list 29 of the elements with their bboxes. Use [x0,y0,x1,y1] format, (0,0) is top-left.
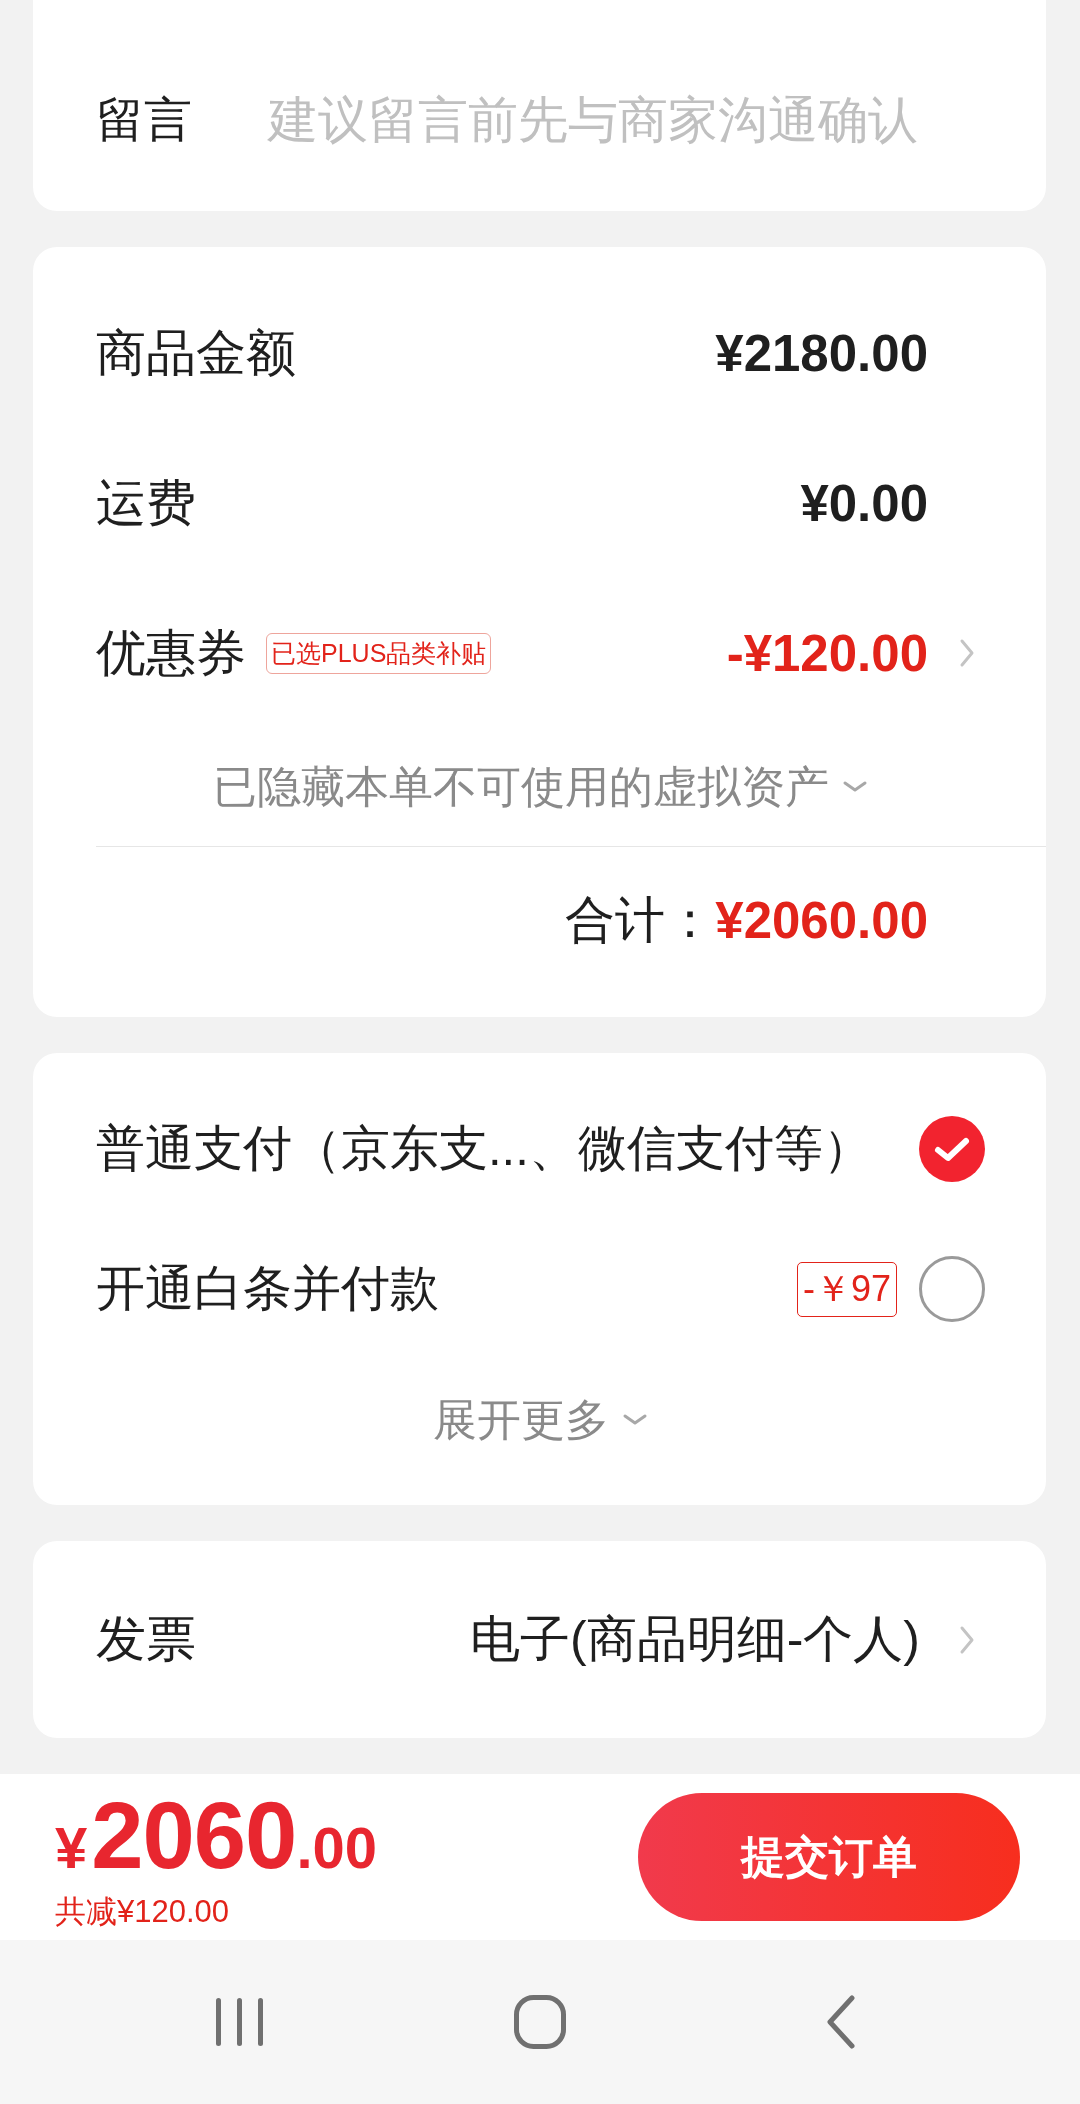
chevron-right-icon [959,1624,975,1655]
recent-apps-icon[interactable] [214,1997,264,2047]
back-icon[interactable] [826,1995,856,2049]
note-label: 留言 [96,91,192,148]
payment-option-label[interactable]: 开通白条并付款 [96,1256,439,1322]
chevron-down-icon [622,1414,647,1426]
discount-badge: -￥97 [796,1261,897,1317]
chevron-right-icon [959,638,975,668]
coupon-amount: -¥120.00 [726,623,928,683]
home-icon[interactable] [514,1995,566,2049]
hidden-assets-toggle[interactable]: 已隐藏本单不可使用的虚拟资产 [212,757,867,817]
radio-button[interactable] [919,1256,985,1322]
total-price: ¥2060.00 [55,1789,378,1883]
summary-label: 优惠券 [96,623,246,683]
invoice-value[interactable]: 电子(商品明细-个人) [470,1606,920,1673]
total-label: 合计： [565,890,716,950]
submit-order-button[interactable]: 提交订单 [638,1793,1020,1921]
expand-more-button[interactable]: 展开更多 [432,1390,647,1450]
total-amount: ¥2060.00 [715,890,928,950]
chevron-down-icon [842,781,867,793]
amount-value: ¥2180.00 [715,323,928,383]
coupon-tag: 已选PLUS品类补贴 [266,632,492,674]
summary-label: 运费 [96,473,196,533]
payment-option-label[interactable]: 普通支付（京东支...、微信支付等） [96,1116,872,1182]
discount-total: 共减¥120.00 [55,1893,231,1931]
invoice-label: 发票 [96,1610,196,1669]
amount-value: ¥0.00 [800,473,928,533]
radio-button[interactable] [919,1116,985,1182]
summary-label: 商品金额 [96,323,296,383]
